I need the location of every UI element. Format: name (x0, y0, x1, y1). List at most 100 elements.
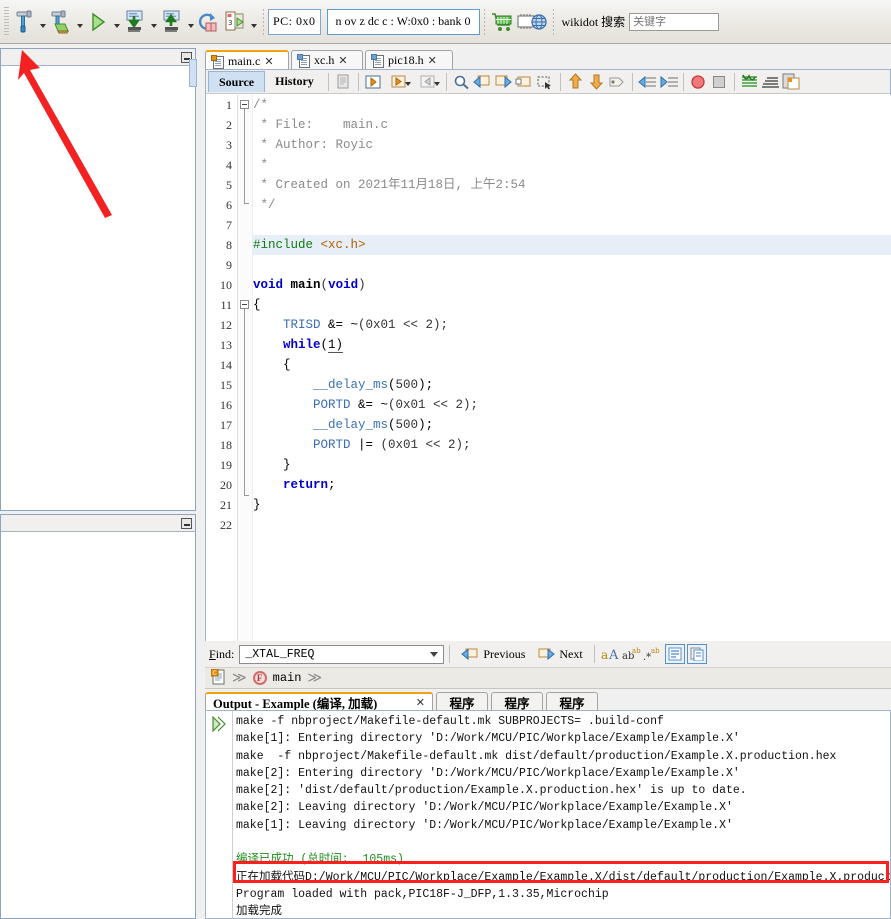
read-device-memory-button[interactable] (159, 7, 185, 37)
build-dropdown-arrow[interactable] (37, 7, 48, 37)
regex-button[interactable]: .* ab (642, 644, 663, 664)
editor-tab-close-button[interactable]: ✕ (338, 54, 347, 67)
previous-annotation-button[interactable] (565, 72, 586, 92)
line-number: 18 (220, 438, 232, 452)
toggle-breakpoint-button[interactable] (688, 72, 709, 92)
toggle-highlight-button[interactable] (739, 72, 760, 92)
tab-source[interactable]: Source (208, 71, 266, 92)
back-navigation-button[interactable] (384, 72, 413, 92)
output-tab-close-button[interactable]: ✕ (416, 696, 425, 709)
breadcrumb-member[interactable]: main (273, 671, 302, 685)
toolbar-separator-3 (552, 8, 554, 35)
next-annotation-button[interactable] (586, 72, 607, 92)
program-dropdown-arrow[interactable] (148, 7, 159, 37)
run-project-button[interactable] (85, 7, 111, 37)
whole-words-button[interactable]: ab ab (621, 644, 642, 664)
navigator-panel-body[interactable] (1, 532, 195, 918)
breadcrumb: C ≫ F main ≫ (205, 667, 891, 689)
output-gutter (206, 711, 233, 918)
chevron-down-icon[interactable] (430, 651, 439, 657)
fold-toggle-main[interactable] (240, 300, 249, 309)
editor-tab-pic18-h[interactable]: pic18.h ✕ (365, 50, 453, 70)
match-case-icon: a A (601, 648, 619, 662)
code-lines[interactable]: /* * File: main.c * Author: Royic * * Cr… (253, 95, 891, 684)
editor-tab-close-button[interactable]: ✕ (428, 54, 437, 67)
projects-scrollbar-thumb[interactable] (189, 59, 197, 87)
toolbar-grip[interactable] (4, 6, 9, 37)
build-project-button[interactable] (11, 7, 37, 37)
pdf-export-button[interactable] (333, 72, 354, 92)
debug-step-icon: 3 (225, 11, 244, 30)
copy-results-button[interactable] (686, 644, 707, 664)
hold-in-reset-button[interactable] (196, 7, 222, 37)
clean-and-build-button[interactable] (48, 7, 74, 37)
last-edit-button[interactable] (363, 72, 384, 92)
previous-bookmark-button[interactable] (472, 72, 493, 92)
open-in-external-editor-button[interactable] (781, 72, 802, 92)
code-line: PORTD &= ~(0x01 << 2); (313, 398, 479, 412)
code-line: } (253, 458, 291, 472)
forward-navigation-button[interactable] (413, 72, 442, 92)
editor-toolbar: Source History (206, 70, 890, 94)
gray-lines-icon (761, 76, 779, 88)
find-selection-button[interactable] (451, 72, 472, 92)
code-folding-column[interactable] (238, 95, 253, 684)
code-editor-surface[interactable]: 1 2 3 4 5 6 7 8 9 10 11 12 13 14 15 16 1 (207, 95, 891, 684)
run-dropdown-arrow[interactable] (111, 7, 122, 37)
debug-project-button[interactable]: 3 (222, 7, 248, 37)
wikidot-search-input[interactable] (629, 12, 720, 31)
output-tab-example[interactable]: Output - Example (编译, 加载) ✕ (205, 692, 433, 711)
chip-globe-button[interactable] (515, 7, 549, 37)
editor-tab-main-c[interactable]: main.c ✕ (205, 50, 289, 70)
editor-tab-close-button[interactable]: ✕ (264, 55, 273, 68)
line-number-gutter: 1 2 3 4 5 6 7 8 9 10 11 12 13 14 15 16 1 (207, 95, 238, 684)
editor-tab-strip: main.c ✕ xc.h ✕ pic18.h ✕ (205, 48, 891, 70)
find-next-button[interactable]: Next (531, 643, 588, 665)
minimize-navigator-button[interactable] (181, 517, 192, 529)
debug-dropdown-arrow[interactable] (248, 7, 259, 37)
read-dropdown-arrow[interactable] (185, 7, 196, 37)
output-tab-program-3[interactable]: 程序 (546, 692, 598, 711)
toggle-bookmark-button[interactable] (514, 72, 535, 92)
line-number: 11 (220, 298, 232, 312)
navigator-panel (0, 514, 196, 919)
output-tab-program-1[interactable]: 程序 (436, 692, 488, 711)
shift-left-button[interactable] (637, 72, 658, 92)
green-lines-icon (741, 73, 757, 87)
green-play-icon (92, 12, 106, 31)
find-input[interactable]: _XTAL_FREQ (239, 644, 445, 664)
find-previous-button[interactable]: Previous (455, 643, 531, 665)
output-console[interactable]: make -f nbproject/Makefile-default.mk SU… (205, 710, 891, 919)
fold-toggle-comment[interactable] (240, 100, 249, 109)
next-bookmark-button[interactable] (493, 72, 514, 92)
svg-text:ab: ab (651, 647, 660, 655)
program-device-button[interactable] (122, 7, 148, 37)
clean-build-dropdown-arrow[interactable] (74, 7, 85, 37)
vertical-splitter[interactable] (189, 45, 205, 919)
run-arrow-icon[interactable] (211, 716, 227, 732)
toggle-indent-guides-button[interactable] (760, 72, 781, 92)
output-tab-program-2[interactable]: 程序 (491, 692, 543, 711)
stop-button[interactable] (709, 72, 730, 92)
shopping-cart-button[interactable] (489, 7, 515, 37)
hammer-icon (16, 10, 32, 32)
highlight-results-button[interactable] (664, 644, 685, 664)
editor-tab-xc-h[interactable]: xc.h ✕ (291, 50, 363, 70)
line-number: 13 (220, 338, 232, 352)
rectangular-selection-button[interactable] (535, 72, 556, 92)
hammer-broom-icon (51, 10, 69, 33)
pc-value-field[interactable]: PC: 0x0 (268, 8, 321, 35)
shift-right-button[interactable] (658, 72, 679, 92)
arrow-left-blue-icon (473, 75, 490, 88)
document-export-icon (782, 73, 800, 90)
toggle-annotation-button[interactable] (607, 72, 628, 92)
stop-square-icon (713, 75, 726, 88)
output-line: 加载完成 (236, 905, 282, 919)
match-case-button[interactable]: a A (600, 644, 621, 664)
c-file-icon[interactable]: C (210, 668, 226, 688)
projects-panel-body[interactable] (1, 66, 195, 510)
tab-history[interactable]: History (265, 71, 324, 92)
status-flags-field[interactable]: n ov z dc c : W:0x0 : bank 0 (326, 8, 480, 35)
code-line: void main(void) (253, 278, 366, 292)
